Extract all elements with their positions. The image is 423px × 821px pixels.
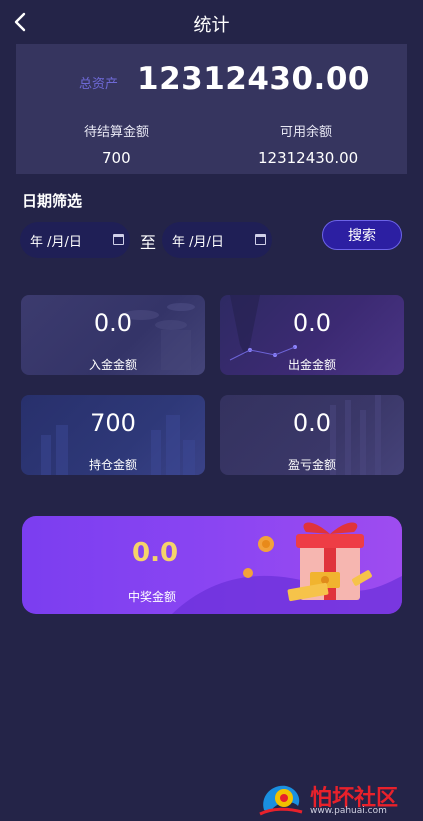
- pending-amount-label: 待结算金额: [84, 125, 150, 140]
- date-range-separator: 至: [140, 233, 157, 252]
- gift-box-icon: [243, 522, 372, 602]
- page-title: 统计: [193, 15, 230, 36]
- pending-amount-value: 700: [102, 149, 131, 167]
- deposit-amount-value: 0.0: [93, 309, 133, 337]
- watermark-url: www.pahuai.com: [310, 806, 387, 816]
- profit-loss-amount-value: 0.0: [292, 409, 332, 437]
- position-amount-label: 持仓金额: [88, 458, 137, 472]
- available-balance-value: 12312430.00: [258, 149, 359, 167]
- top-bar: 统计: [0, 0, 423, 44]
- withdrawal-amount-label: 出金金额: [287, 358, 336, 372]
- profit-loss-amount-card: 0.0 盈亏金额: [220, 395, 404, 475]
- position-amount-card: 700 持仓金额: [21, 395, 205, 475]
- calendar-icon[interactable]: [255, 234, 266, 245]
- prize-amount-banner: 0.0 中奖金额: [22, 516, 402, 614]
- total-assets-label: 总资产: [79, 77, 119, 92]
- withdrawal-amount-card: 0.0 出金金额: [220, 295, 404, 375]
- prize-amount-label: 中奖金额: [128, 590, 177, 604]
- calendar-icon[interactable]: [113, 234, 124, 245]
- profit-loss-amount-label: 盈亏金额: [287, 458, 336, 472]
- prize-amount-value: 0.0: [132, 538, 179, 568]
- search-button[interactable]: 搜索: [322, 220, 402, 250]
- deposit-amount-card: 0.0 入金金额: [21, 295, 205, 375]
- start-date-text: 年 /月/日: [30, 234, 82, 250]
- asset-summary-panel: 总资产 12312430.00 待结算金额 700 可用余额 12312430.…: [16, 44, 407, 174]
- end-date-input[interactable]: 年 /月/日: [162, 222, 272, 258]
- total-assets-value: 12312430.00: [137, 61, 370, 97]
- position-amount-value: 700: [90, 409, 136, 437]
- withdrawal-amount-value: 0.0: [292, 309, 332, 337]
- watermark: 怕坏社区 www.pahuai.com: [258, 778, 418, 818]
- start-date-input[interactable]: 年 /月/日: [20, 222, 130, 258]
- pahuai-logo-icon: [259, 785, 303, 816]
- date-filter-title: 日期筛选: [22, 192, 83, 210]
- available-balance-label: 可用余额: [280, 125, 333, 140]
- deposit-amount-label: 入金金额: [88, 358, 137, 372]
- end-date-text: 年 /月/日: [172, 234, 224, 250]
